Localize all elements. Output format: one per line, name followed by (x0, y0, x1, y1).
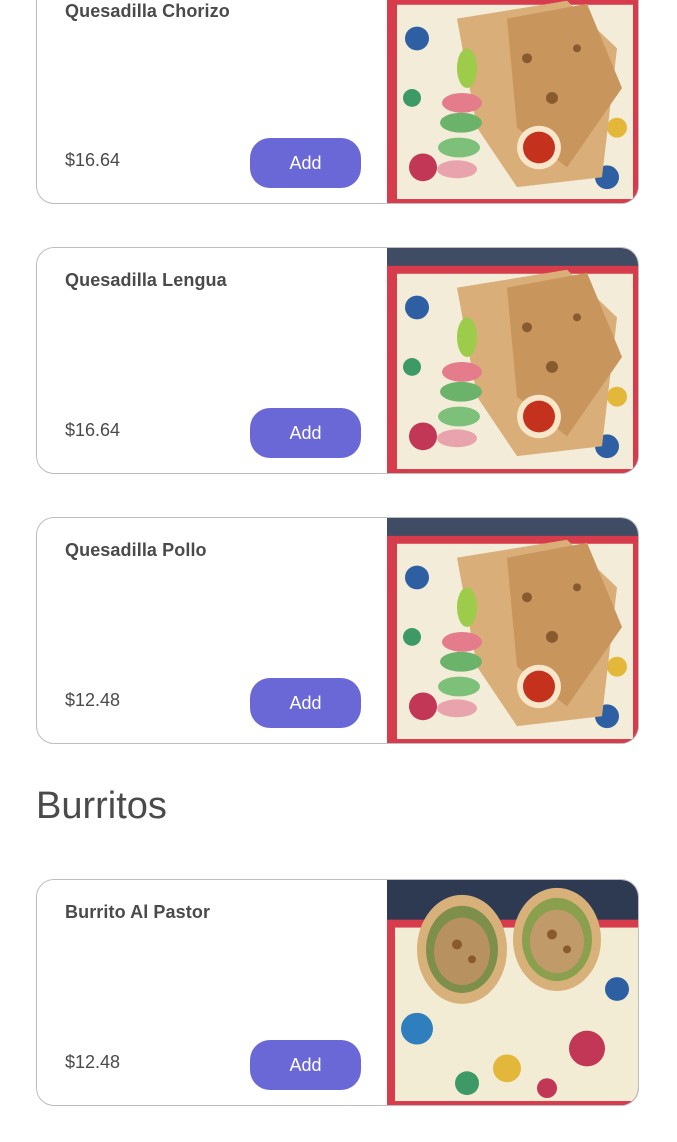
menu-item-card[interactable]: Burrito Al Pastor $12.48 Add (36, 879, 639, 1106)
burrito-image (387, 880, 638, 1105)
menu-item-card[interactable]: Quesadilla Pollo $12.48 Add (36, 517, 639, 744)
menu-item-price: $16.64 (65, 150, 121, 170)
menu-item-price: $16.64 (65, 420, 121, 440)
burrito-photo (387, 880, 638, 1105)
menu-item-card[interactable]: Quesadilla Lengua $16.64 Add (36, 247, 639, 474)
quesadilla-image (387, 248, 638, 473)
menu-item-price: $12.48 (65, 690, 121, 710)
add-button[interactable]: Add (250, 1040, 361, 1090)
menu-item-card[interactable]: Quesadilla Chorizo $16.64 Add (36, 0, 639, 204)
add-button[interactable]: Add (250, 678, 361, 728)
menu-item-name: Quesadilla Pollo (65, 540, 207, 560)
add-button[interactable]: Add (250, 408, 361, 458)
quesadilla-photo (387, 0, 638, 203)
menu-item-name: Burrito Al Pastor (65, 902, 211, 922)
section-heading-burritos: Burritos (36, 785, 167, 827)
quesadilla-photo (387, 518, 638, 743)
add-button[interactable]: Add (250, 138, 361, 188)
quesadilla-image (387, 518, 638, 743)
menu-item-name: Quesadilla Lengua (65, 270, 227, 290)
menu-item-price: $12.48 (65, 1052, 121, 1072)
quesadilla-image (387, 0, 638, 203)
quesadilla-photo (387, 248, 638, 473)
menu-item-name: Quesadilla Chorizo (65, 1, 230, 21)
